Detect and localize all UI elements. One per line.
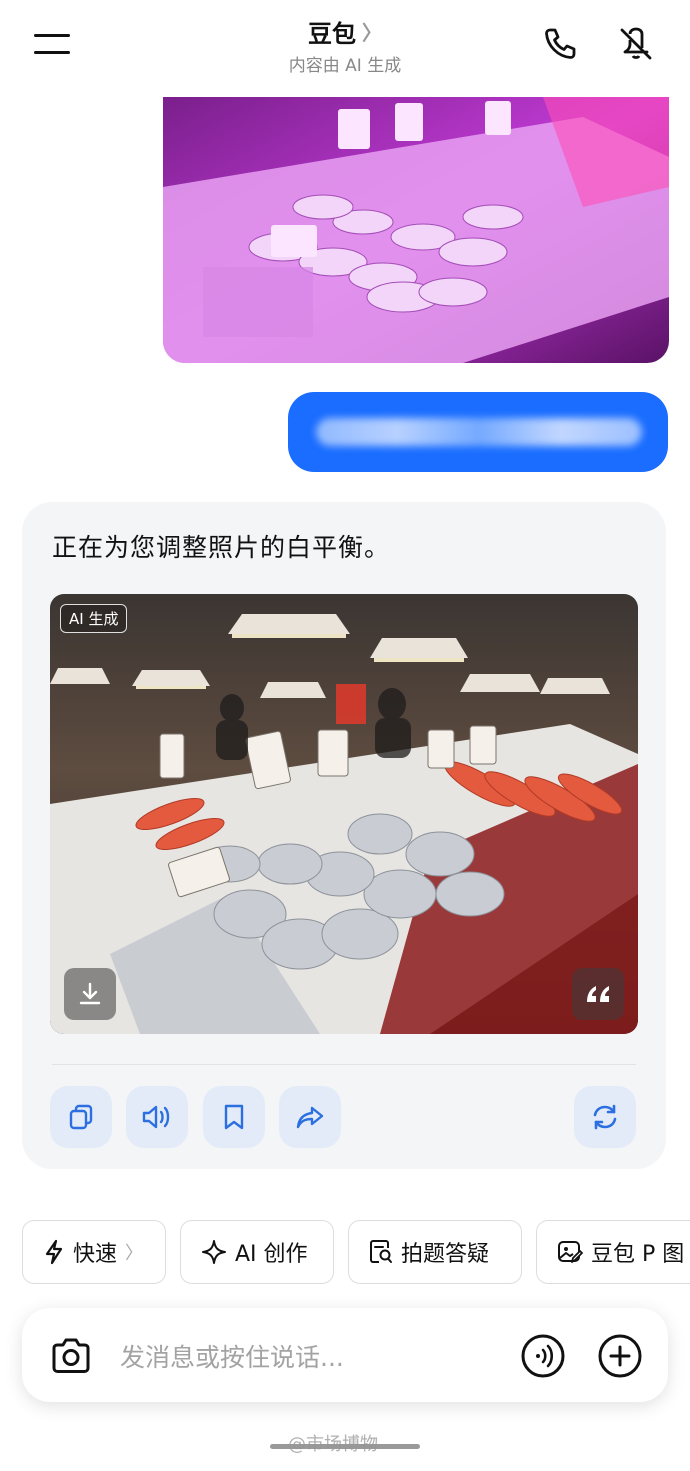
chip-label: 拍题答疑 bbox=[401, 1242, 490, 1267]
chip-photo-question[interactable]: 拍题答疑 bbox=[348, 1220, 522, 1284]
redacted-text bbox=[316, 418, 642, 446]
watermark: @市场博物 bbox=[288, 1434, 378, 1455]
chip-label: 豆包 P 图 bbox=[591, 1242, 685, 1267]
lightning-icon bbox=[45, 1239, 63, 1265]
chat-title-block[interactable]: 豆包 〉 内容由 AI 生成 bbox=[245, 14, 445, 76]
bookmark-icon bbox=[224, 1104, 244, 1130]
quote-icon bbox=[587, 986, 609, 1002]
chat-title[interactable]: 豆包 〉 bbox=[308, 14, 382, 49]
generated-photo[interactable]: AI 生成 bbox=[50, 594, 638, 1034]
menu-icon[interactable] bbox=[34, 32, 72, 58]
user-sent-photo[interactable] bbox=[163, 97, 669, 363]
speaker-icon bbox=[142, 1105, 170, 1129]
top-bar: 豆包 〉 内容由 AI 生成 bbox=[0, 0, 690, 90]
share-icon bbox=[296, 1106, 324, 1129]
mute-icon[interactable] bbox=[616, 24, 656, 64]
phone-icon[interactable] bbox=[540, 24, 580, 64]
download-button[interactable] bbox=[64, 968, 116, 1020]
divider bbox=[52, 1064, 636, 1065]
camera-icon[interactable] bbox=[48, 1333, 94, 1379]
fish-market-photo-purple bbox=[163, 97, 669, 363]
chip-label: 快速 bbox=[73, 1242, 118, 1267]
user-message-bubble bbox=[288, 392, 668, 472]
ai-reply-card: 正在为您调整照片的白平衡。 AI 生成 bbox=[22, 502, 666, 1169]
message-input-bar: 发消息或按住说话... bbox=[22, 1308, 668, 1402]
voice-wave-icon[interactable] bbox=[520, 1333, 566, 1379]
plus-circle-icon[interactable] bbox=[597, 1333, 643, 1379]
chevron-right-icon: 〉 bbox=[362, 21, 382, 45]
chip-fast[interactable]: 快速 〉 bbox=[22, 1220, 166, 1284]
ai-disclaimer: 内容由 AI 生成 bbox=[288, 56, 402, 76]
quick-action-chips: 快速 〉 AI 创作 拍题答疑 豆包 P 图 bbox=[22, 1220, 690, 1286]
copy-icon bbox=[69, 1104, 93, 1130]
bookmark-button[interactable] bbox=[203, 1086, 265, 1148]
copy-button[interactable] bbox=[50, 1086, 112, 1148]
quote-button[interactable] bbox=[572, 968, 624, 1020]
message-input[interactable]: 发消息或按住说话... bbox=[120, 1338, 344, 1374]
ai-generated-badge: AI 生成 bbox=[60, 604, 128, 633]
share-button[interactable] bbox=[279, 1086, 341, 1148]
chip-ai-create[interactable]: AI 创作 bbox=[180, 1220, 334, 1284]
image-edit-icon bbox=[558, 1241, 583, 1263]
regenerate-icon bbox=[593, 1104, 617, 1130]
download-icon bbox=[79, 982, 101, 1005]
sparkle-icon bbox=[202, 1240, 226, 1264]
regenerate-button[interactable] bbox=[574, 1086, 636, 1148]
chip-label: AI 创作 bbox=[235, 1242, 308, 1267]
fish-market-photo-corrected bbox=[50, 594, 638, 1034]
reply-text: 正在为您调整照片的白平衡。 bbox=[52, 533, 391, 562]
doc-search-icon bbox=[370, 1240, 392, 1263]
chip-image-edit[interactable]: 豆包 P 图 bbox=[536, 1220, 690, 1284]
chevron-right-icon: 〉 bbox=[125, 1243, 144, 1264]
read-aloud-button[interactable] bbox=[126, 1086, 188, 1148]
chat-title-text: 豆包 bbox=[308, 20, 356, 48]
